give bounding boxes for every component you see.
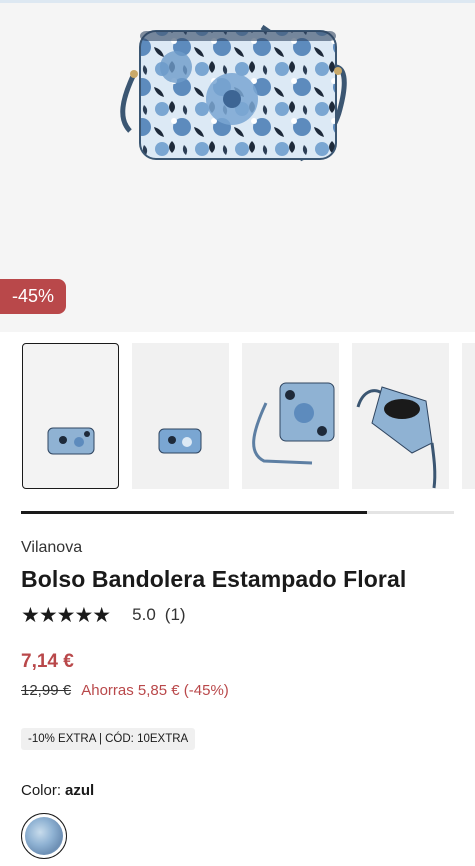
product-title: Bolso Bandolera Estampado Floral (21, 566, 407, 592)
discount-badge: -45% (0, 279, 67, 314)
star-rating-icon: ★★★★★ (21, 603, 111, 627)
gallery-scroll-indicator (21, 511, 454, 514)
thumbnail-5[interactable] (462, 343, 475, 489)
thumbnail-2[interactable] (132, 343, 229, 489)
product-brand[interactable]: Vilanova (21, 539, 82, 557)
thumbnail-3[interactable] (242, 343, 339, 489)
review-count[interactable]: (1) (165, 605, 186, 625)
current-price: 7,14 € (21, 651, 74, 672)
color-swatch-azul[interactable] (21, 813, 67, 859)
thumbnail-1[interactable] (22, 343, 119, 489)
savings-text: Ahorras 5,85 € (-45%) (81, 682, 229, 699)
bag-image (120, 24, 347, 162)
color-selector-label: Color: azul (21, 782, 94, 799)
price-comparison: 12,99 € Ahorras 5,85 € (-45%) (21, 682, 229, 699)
promo-code-badge: -10% EXTRA | CÓD: 10EXTRA (21, 728, 196, 750)
gallery-scroll-fill (21, 511, 368, 514)
thumbnail-strip[interactable] (0, 343, 475, 491)
color-value: azul (65, 782, 95, 799)
product-rating[interactable]: ★★★★★ 5.0 (1) (21, 603, 186, 627)
color-label: Color: (21, 782, 62, 799)
product-page: -45% Vilanova Bolso Bandolera Estampado … (0, 0, 475, 866)
thumbnail-4[interactable] (352, 343, 449, 489)
main-product-image[interactable]: -45% (0, 0, 475, 332)
color-swatch-image (25, 817, 63, 855)
original-price: 12,99 € (21, 682, 72, 699)
rating-value: 5.0 (132, 605, 156, 624)
